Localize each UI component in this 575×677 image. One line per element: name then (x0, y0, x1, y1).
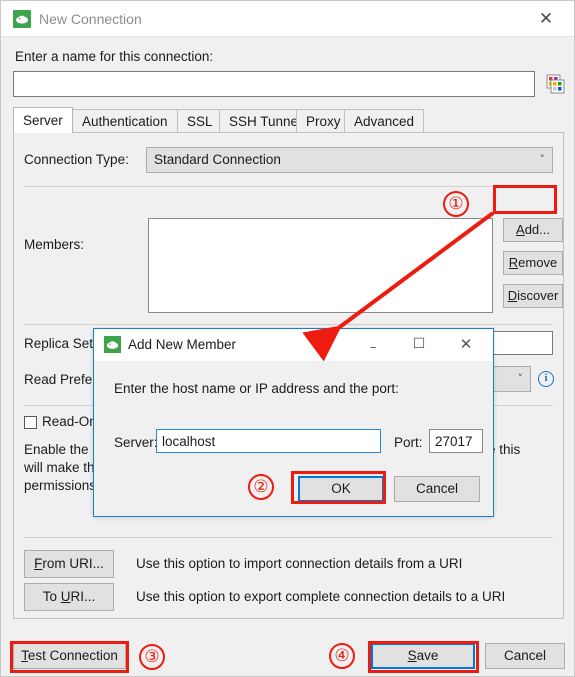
connection-type-value: Standard Connection (154, 152, 281, 167)
save-button[interactable]: Save (371, 643, 475, 669)
divider-4 (24, 537, 553, 538)
to-uri-button[interactable]: To URI... (24, 583, 114, 611)
read-only-help-line-1-tail: e this (488, 442, 521, 457)
close-icon[interactable]: ✕ (446, 329, 486, 360)
connection-type-dropdown[interactable]: Standard Connection ˅ (146, 147, 553, 173)
discover-button[interactable]: Discover (503, 284, 563, 308)
add-new-member-dialog: Add New Member – ☐ ✕ Enter the host name… (93, 328, 494, 517)
connection-name-label: Enter a name for this connection: (15, 49, 214, 64)
from-uri-description: Use this option to import connection det… (136, 556, 463, 571)
add-button[interactable]: Add... (503, 218, 563, 242)
test-connection-button[interactable]: Test Connection (13, 643, 126, 669)
cancel-button[interactable]: Cancel (485, 643, 565, 669)
tab-ssl[interactable]: SSL (177, 109, 223, 133)
chevron-down-icon: ˅ (539, 153, 546, 166)
dialog-title: Add New Member (128, 337, 237, 352)
maximize-icon[interactable]: ☐ (399, 329, 439, 360)
remove-button[interactable]: Remove (503, 251, 563, 275)
tab-proxy[interactable]: Proxy (296, 109, 351, 133)
minimize-icon[interactable]: – (353, 329, 393, 360)
dialog-server-input[interactable] (156, 429, 381, 453)
divider-2 (24, 324, 553, 325)
to-uri-description: Use this option to export complete conne… (136, 589, 506, 604)
dialog-server-label: Server: (114, 435, 158, 450)
tabstrip: Server Authentication SSL SSH Tunnel Pro… (13, 107, 564, 133)
dialog-titlebar: Add New Member – ☐ ✕ (94, 329, 493, 361)
tab-server[interactable]: Server (13, 107, 73, 133)
tab-advanced[interactable]: Advanced (344, 109, 425, 133)
info-icon[interactable]: i (538, 371, 554, 387)
read-only-checkbox[interactable] (24, 416, 37, 429)
new-connection-window: New Connection ✕ Enter a name for this c… (0, 0, 575, 677)
from-uri-button[interactable]: From URI... (24, 550, 114, 578)
connection-name-input[interactable] (13, 71, 535, 97)
mongodb-leaf-icon (13, 10, 31, 28)
dialog-prompt: Enter the host name or IP address and th… (114, 381, 399, 396)
tab-authentication[interactable]: Authentication (72, 109, 178, 133)
dialog-cancel-button[interactable]: Cancel (394, 476, 480, 502)
mongodb-leaf-icon (104, 336, 121, 353)
window-titlebar: New Connection ✕ (1, 1, 574, 37)
divider-1 (24, 186, 553, 187)
dialog-ok-button[interactable]: OK (298, 476, 384, 502)
connection-type-label: Connection Type: (24, 152, 129, 167)
color-palette-icon[interactable] (544, 73, 566, 95)
close-icon[interactable]: ✕ (524, 3, 568, 35)
read-only-label: Read-On (42, 414, 97, 429)
window-title: New Connection (39, 11, 142, 27)
dialog-port-input[interactable] (429, 429, 483, 453)
chevron-down-icon: ˅ (517, 372, 524, 385)
read-preference-label: Read Prefer (24, 372, 97, 387)
dialog-port-label: Port: (394, 435, 423, 450)
members-label: Members: (24, 237, 85, 252)
members-listbox[interactable] (148, 218, 493, 313)
